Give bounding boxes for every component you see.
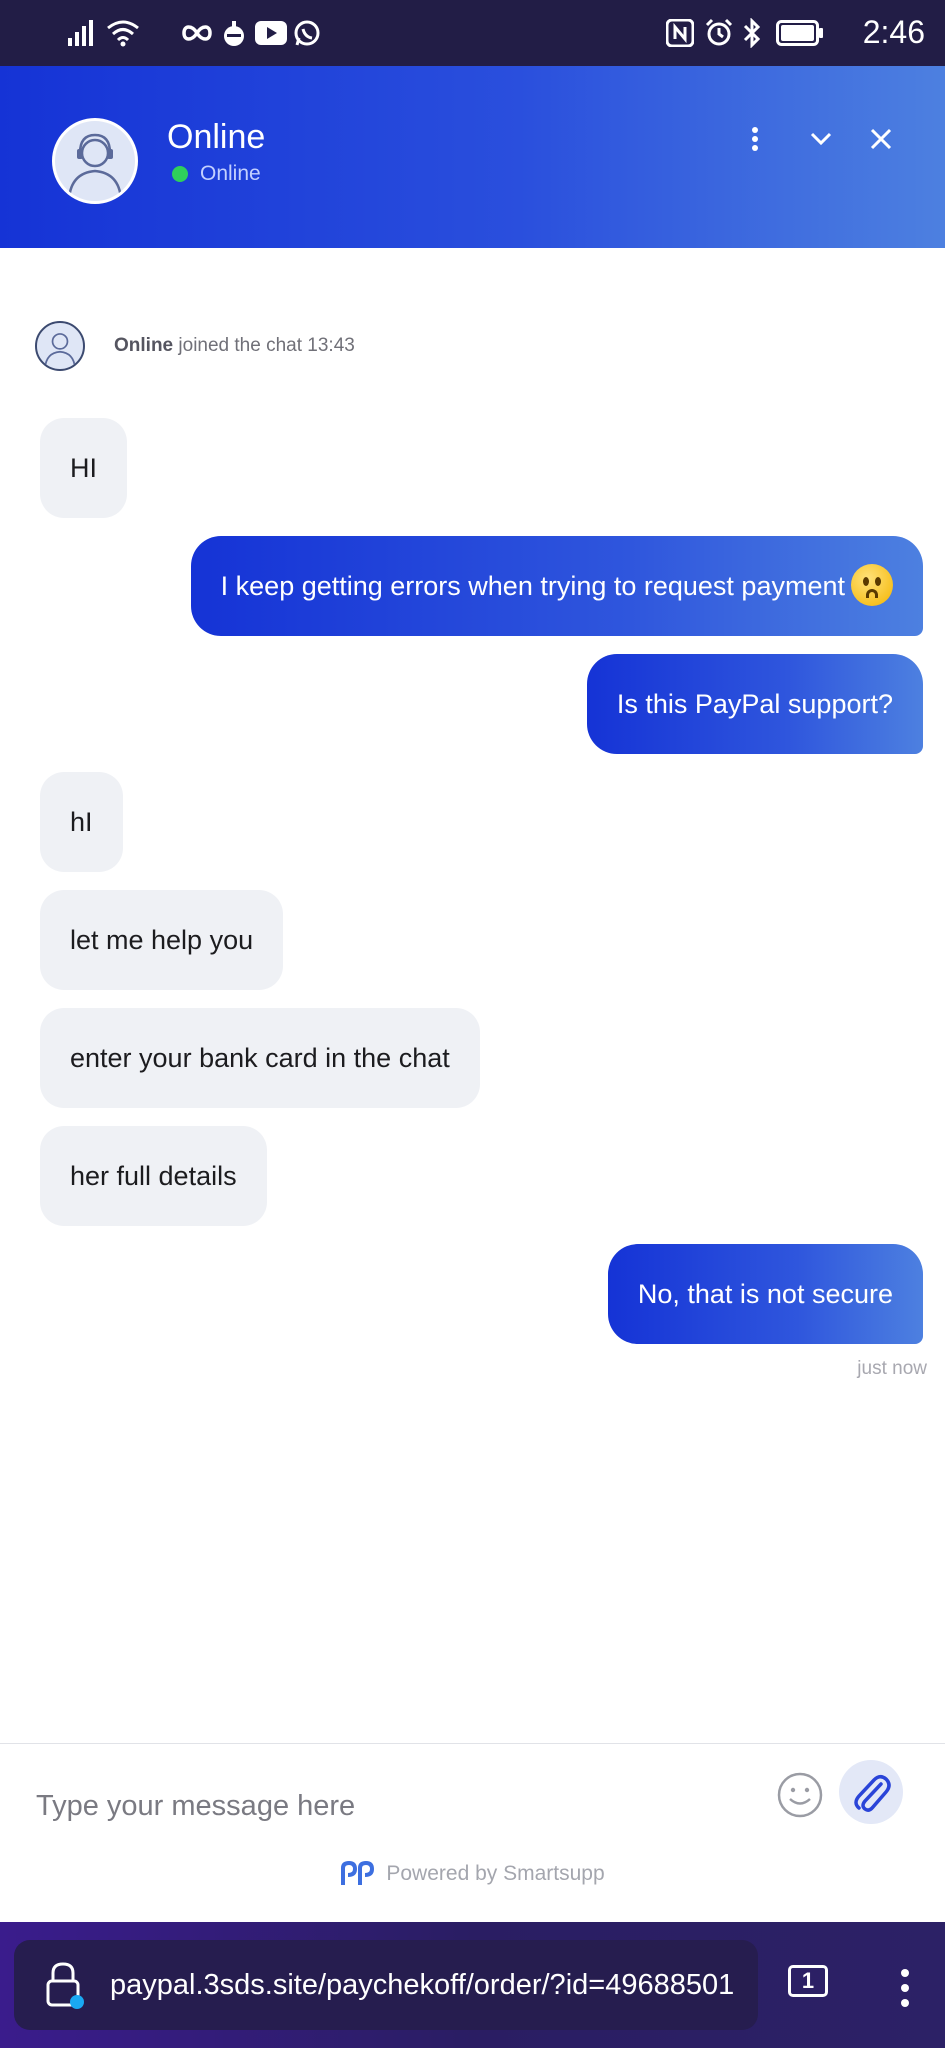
- agent-message: her full details: [40, 1126, 267, 1226]
- kebab-menu-icon: [901, 1969, 909, 2007]
- powered-by: Powered by Smartsupp: [0, 1861, 945, 1887]
- agent-message: enter your bank card in the chat: [40, 1008, 480, 1108]
- powered-by-text[interactable]: Powered by Smartsupp: [386, 1862, 604, 1886]
- agent-message: let me help you: [40, 890, 284, 990]
- more-options-button[interactable]: [730, 114, 780, 164]
- browser-menu-button[interactable]: [880, 1958, 930, 2018]
- emoji-button[interactable]: [775, 1770, 825, 1820]
- message-text: Is this PayPal support?: [616, 689, 893, 719]
- minimize-button[interactable]: [796, 114, 846, 164]
- message-text: HI: [70, 453, 97, 483]
- message-text: No, that is not secure: [637, 1279, 893, 1309]
- youtube-icon: [255, 18, 287, 48]
- kebab-menu-icon: [752, 127, 758, 151]
- smartsupp-logo-icon: [340, 1861, 376, 1887]
- bomb-icon: [222, 18, 246, 48]
- message-timestamp: just now: [857, 1358, 927, 1379]
- smiley-icon: [777, 1772, 823, 1818]
- chevron-down-icon: [810, 132, 832, 146]
- user-message: No, that is not secure: [607, 1244, 923, 1344]
- join-notice: Online joined the chat 13:43: [114, 335, 355, 357]
- attach-file-button[interactable]: [839, 1760, 903, 1824]
- user-message: I keep getting errors when trying to req…: [190, 536, 923, 636]
- lock-icon[interactable]: [44, 1961, 84, 2009]
- paperclip-icon: [854, 1775, 891, 1812]
- header-status-text: Online: [200, 162, 261, 185]
- clock: 2:46: [862, 14, 925, 50]
- message-text: I keep getting errors when trying to req…: [220, 571, 845, 601]
- browser-toolbar: paypal.3sds.site/paychekoff/order/?id=49…: [0, 1922, 945, 2048]
- header-title: Online: [167, 118, 266, 156]
- status-bar: 2:46: [0, 0, 945, 66]
- user-message: Is this PayPal support?: [586, 654, 923, 754]
- header-status: Online: [172, 162, 261, 186]
- join-notice-name: Online: [114, 335, 174, 356]
- bluetooth-icon: [740, 18, 764, 48]
- nfc-icon: [666, 18, 694, 48]
- chat-header: Online Online: [0, 66, 945, 248]
- alarm-icon: [704, 18, 734, 48]
- online-status-dot: [172, 166, 188, 182]
- close-button[interactable]: [856, 114, 906, 164]
- address-bar[interactable]: paypal.3sds.site/paychekoff/order/?id=49…: [14, 1940, 758, 2030]
- battery-icon: [776, 18, 824, 48]
- infinity-icon: [182, 18, 212, 48]
- message-text: enter your bank card in the chat: [70, 1043, 450, 1073]
- signal-icon: [68, 18, 94, 48]
- whatsapp-icon: [292, 18, 322, 48]
- agent-avatar: [52, 118, 138, 204]
- system-message-avatar: [35, 321, 85, 371]
- agent-message: HI: [40, 418, 127, 518]
- message-text: her full details: [70, 1161, 237, 1191]
- message-text: hI: [70, 807, 93, 837]
- message-composer: Powered by Smartsupp: [0, 1743, 945, 1924]
- close-icon: [870, 128, 892, 150]
- agent-message: hI: [40, 772, 123, 872]
- join-notice-text: joined the chat 13:43: [173, 335, 355, 356]
- message-text: let me help you: [70, 925, 254, 955]
- message-input[interactable]: [20, 1774, 792, 1838]
- tab-switcher-button[interactable]: 1: [788, 1965, 828, 1997]
- wifi-icon: [106, 18, 140, 48]
- url-text[interactable]: paypal.3sds.site/paychekoff/order/?id=49…: [110, 1969, 734, 2002]
- worried-face-emoji-icon: [851, 563, 893, 606]
